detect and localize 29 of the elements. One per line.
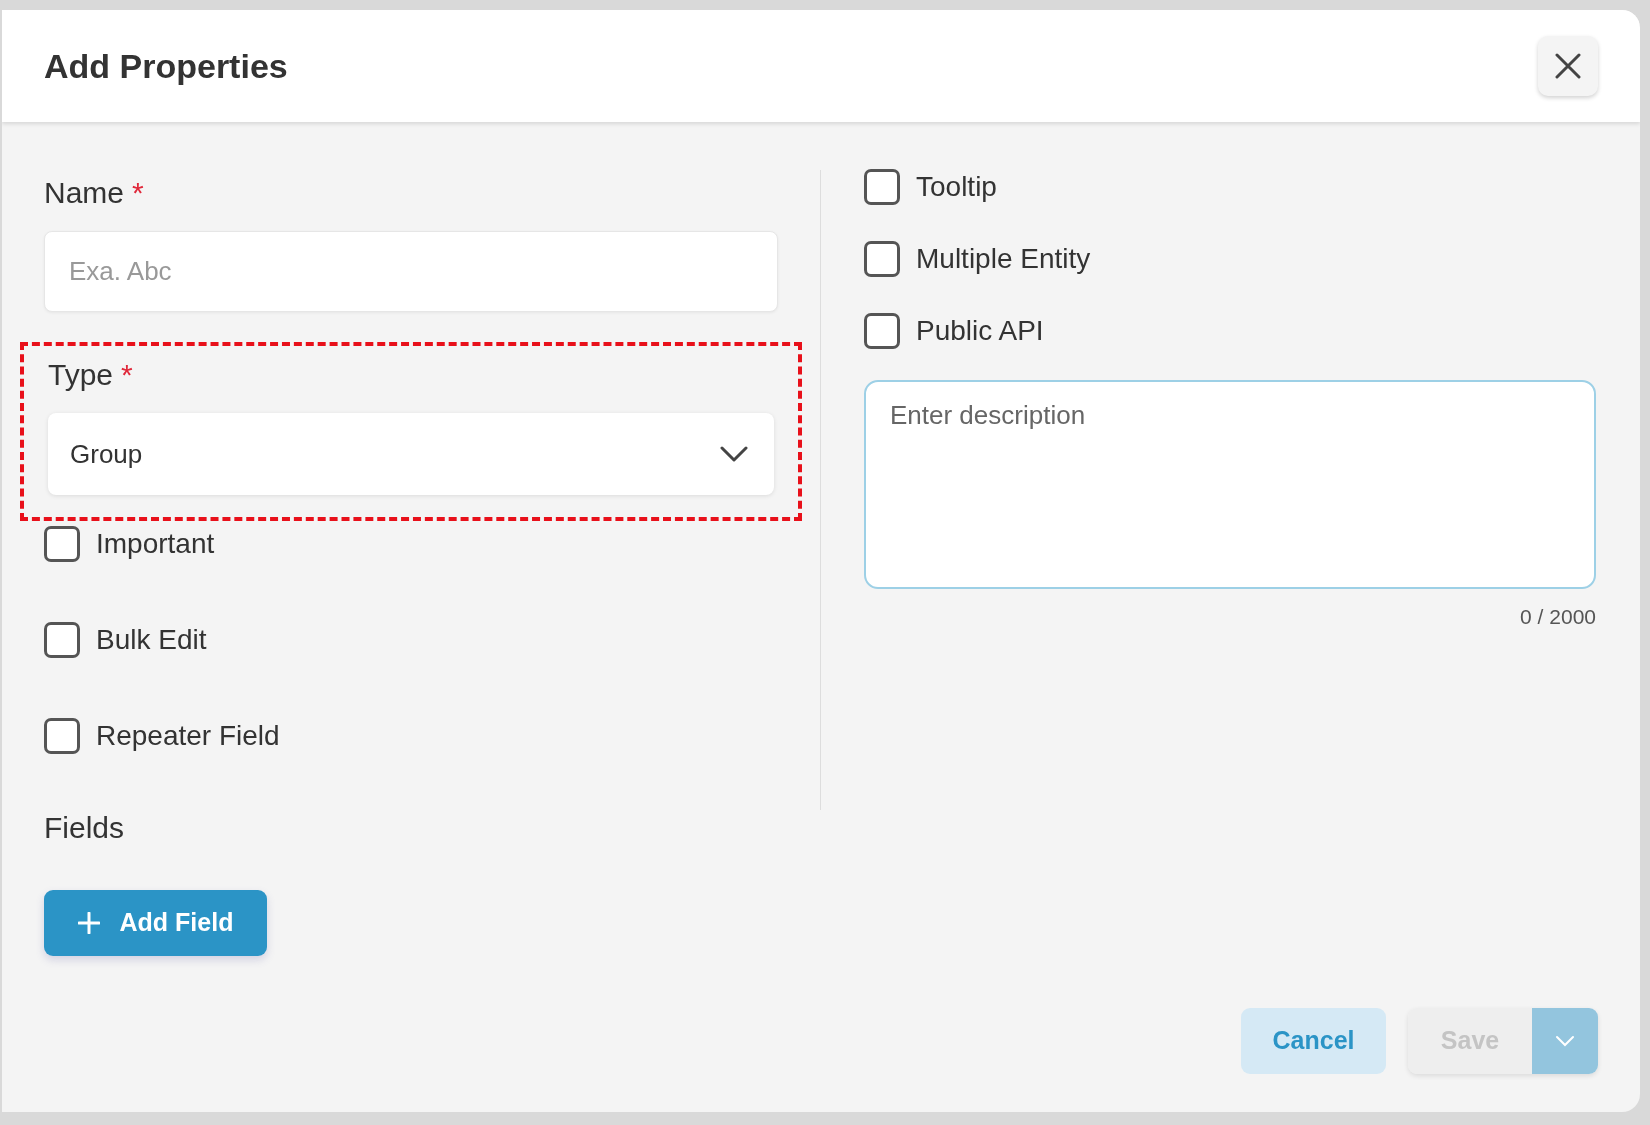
description-field[interactable]: Enter description bbox=[864, 380, 1596, 589]
chevron-down-icon bbox=[720, 446, 748, 462]
close-button[interactable] bbox=[1538, 36, 1598, 96]
chevron-down-icon bbox=[1555, 1035, 1575, 1047]
close-icon bbox=[1555, 53, 1581, 79]
checkbox-label: Repeater Field bbox=[96, 719, 280, 753]
required-asterisk: * bbox=[121, 358, 133, 391]
add-field-button[interactable]: Add Field bbox=[44, 890, 267, 956]
plus-icon bbox=[77, 912, 100, 934]
checkbox-label: Multiple Entity bbox=[916, 242, 1091, 276]
checkbox[interactable] bbox=[44, 718, 80, 754]
checkbox[interactable] bbox=[44, 526, 80, 562]
field-label: Name bbox=[44, 176, 125, 209]
checkbox[interactable] bbox=[864, 241, 900, 277]
character-counter: 0 / 2000 bbox=[1519, 604, 1596, 630]
checkbox-label: Important bbox=[96, 527, 215, 561]
checkbox[interactable] bbox=[864, 169, 900, 205]
required-asterisk: * bbox=[132, 176, 144, 209]
dialog-title: Add Properties bbox=[44, 45, 288, 87]
checkbox-label: Bulk Edit bbox=[96, 623, 207, 657]
name-input-field[interactable]: Exa. Abc bbox=[44, 231, 778, 312]
checkbox-label: Tooltip bbox=[916, 170, 997, 204]
cancel-button[interactable]: Cancel bbox=[1241, 1008, 1386, 1074]
field-label: Type bbox=[48, 358, 114, 391]
checkbox[interactable] bbox=[864, 313, 900, 349]
checkbox-label: Public API bbox=[916, 314, 1044, 348]
checkbox[interactable] bbox=[44, 622, 80, 658]
type-select[interactable]: Group bbox=[48, 413, 774, 495]
section-title: Fields bbox=[44, 810, 126, 846]
